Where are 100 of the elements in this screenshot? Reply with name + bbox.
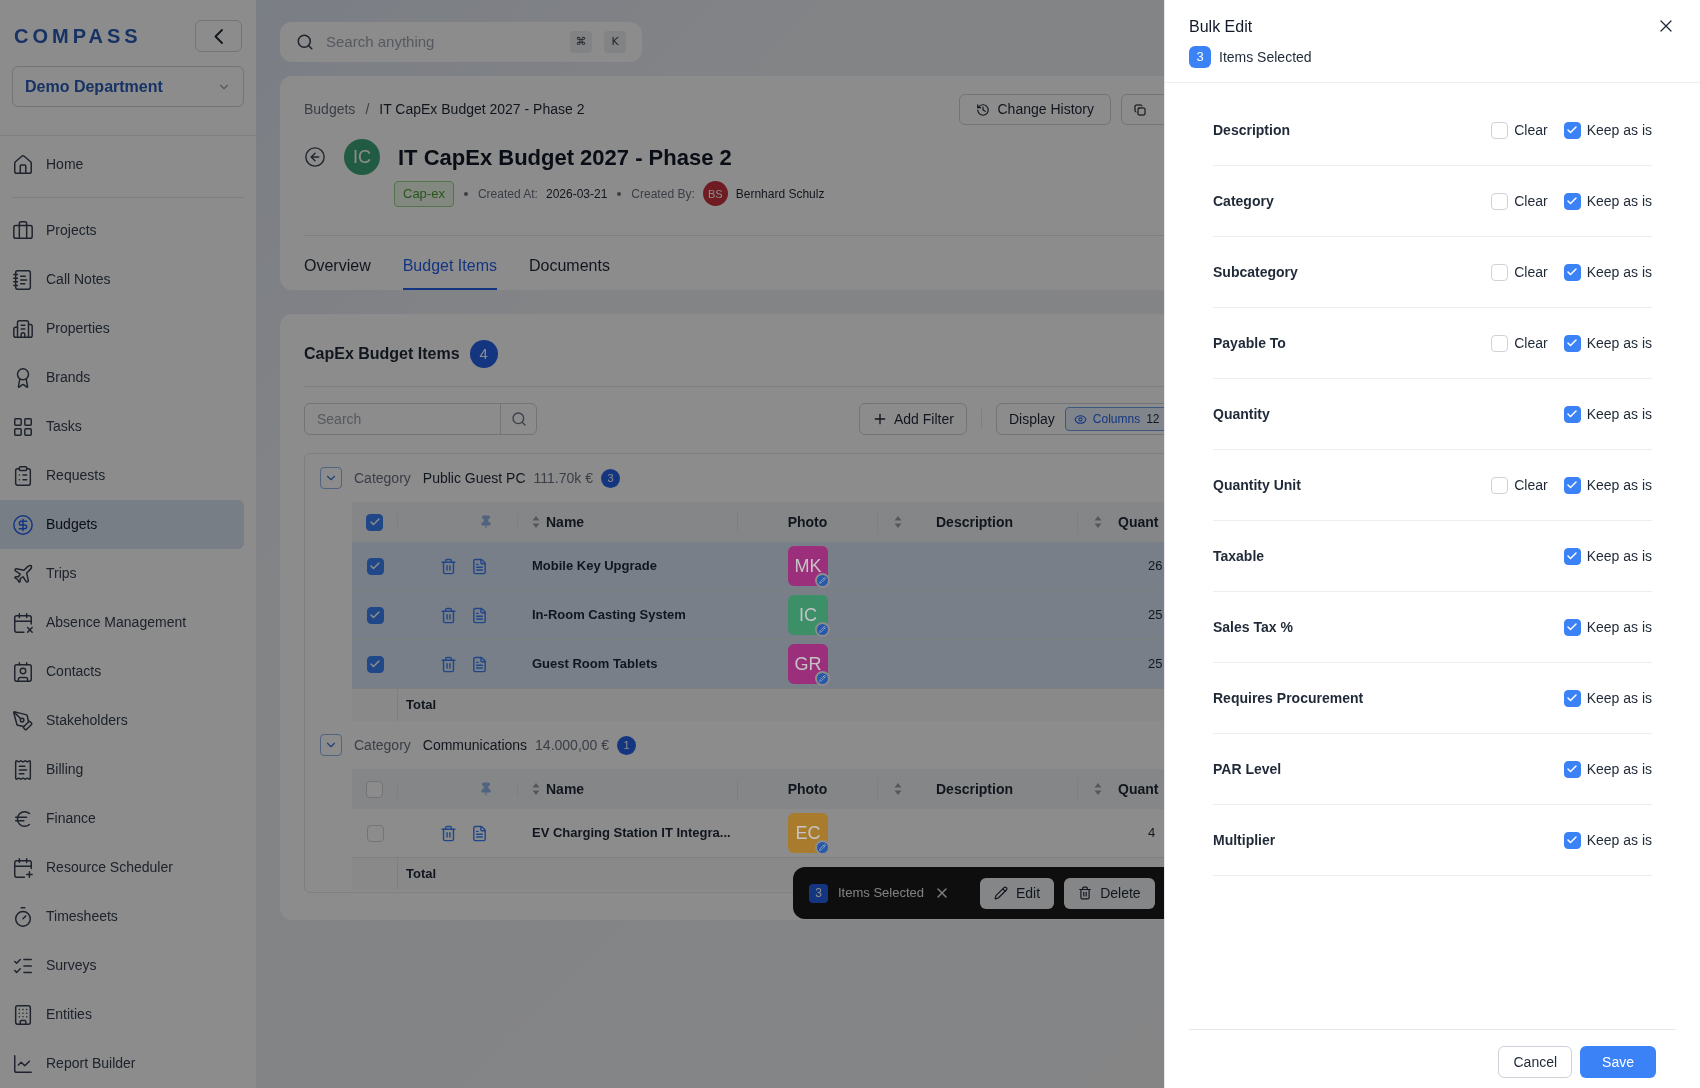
sort-icon[interactable]	[894, 782, 902, 796]
collapse-toggle[interactable]	[320, 734, 342, 756]
checkmark-icon	[369, 609, 381, 621]
nav-item[interactable]: Projects	[0, 206, 244, 255]
table-cell-text: Mobile Key Upgrade	[531, 557, 658, 576]
trash-icon[interactable]	[440, 606, 457, 624]
count-badge: 3	[600, 468, 620, 488]
nav-item[interactable]: Billing	[0, 745, 244, 794]
option-label: Keep as is	[1586, 404, 1652, 424]
column-header: Photo	[787, 512, 828, 532]
save-button[interactable]: Save	[1580, 1046, 1656, 1078]
nav-item[interactable]: Timesheets	[0, 892, 244, 941]
nav-item[interactable]: Entities	[0, 990, 244, 1039]
photo-avatar[interactable]: GR	[788, 644, 828, 684]
checkbox[interactable]	[1563, 760, 1581, 778]
checkbox[interactable]	[1563, 263, 1581, 281]
option-label: Keep as is	[1586, 546, 1652, 566]
edit-badge[interactable]	[815, 622, 830, 637]
nav-item[interactable]: Absence Management	[0, 598, 244, 647]
nav-item[interactable]: Call Notes	[0, 255, 244, 304]
pencil-icon	[819, 577, 826, 584]
document-icon[interactable]	[471, 557, 488, 575]
chart-icon	[12, 1052, 34, 1075]
tab[interactable]: Documents	[528, 253, 610, 290]
change-history-button[interactable]: Change History	[958, 94, 1111, 125]
nav-item[interactable]: Report Builder	[0, 1039, 244, 1088]
nav-item[interactable]: Finance	[0, 794, 244, 843]
checkbox[interactable]	[1563, 121, 1581, 139]
trash-icon[interactable]	[440, 824, 457, 842]
plane-icon	[12, 562, 34, 585]
sort-icon[interactable]	[1094, 782, 1102, 796]
nav-item[interactable]: Stakeholders	[0, 696, 244, 745]
sort-icon[interactable]	[1094, 515, 1102, 529]
option-label: Keep as is	[1586, 688, 1652, 708]
page-title: IT CapEx Budget 2027 - Phase 2	[398, 143, 732, 172]
checkbox[interactable]	[1563, 405, 1581, 423]
group-label: Category	[354, 468, 411, 488]
checkbox[interactable]	[1563, 192, 1581, 210]
document-icon[interactable]	[471, 606, 488, 624]
chevron-left-icon	[214, 28, 223, 44]
checkbox[interactable]	[1563, 476, 1581, 494]
tab[interactable]: Budget Items	[402, 253, 497, 290]
column-header: Description	[936, 779, 1013, 799]
trash-icon[interactable]	[440, 655, 457, 673]
checkbox[interactable]	[1563, 618, 1581, 636]
document-icon[interactable]	[471, 824, 488, 842]
group-name: Communications	[422, 735, 528, 755]
checkbox[interactable]	[366, 557, 384, 575]
search-icon[interactable]	[510, 411, 527, 427]
trash-icon[interactable]	[440, 557, 457, 575]
nav-item[interactable]: Budgets	[0, 500, 244, 549]
edit-badge[interactable]	[815, 573, 830, 588]
nav-item[interactable]: Surveys	[0, 941, 244, 990]
checkbox[interactable]	[1563, 547, 1581, 565]
sort-icon[interactable]	[532, 782, 540, 796]
breadcrumb-link[interactable]: Budgets	[304, 99, 356, 120]
tab[interactable]: Overview	[304, 253, 371, 290]
field-label: Taxable	[1213, 546, 1265, 566]
checkbox[interactable]	[1563, 831, 1581, 849]
collapse-toggle[interactable]	[320, 467, 342, 489]
collapse-sidebar-button[interactable]	[195, 20, 242, 52]
nav-item[interactable]: Contacts	[0, 647, 244, 696]
field-label: Description	[1213, 120, 1290, 140]
nav-item[interactable]: Trips	[0, 549, 244, 598]
nav-item[interactable]: Tasks	[0, 402, 244, 451]
columns-button[interactable]: Columns 12	[1064, 407, 1164, 431]
checkmark-icon	[1566, 408, 1579, 420]
option-label: Keep as is	[1586, 191, 1652, 211]
department-select[interactable]: Demo Department	[12, 66, 244, 107]
meta-value: Bernhard Schulz	[735, 185, 825, 203]
back-icon[interactable]	[304, 146, 326, 168]
pin-icon[interactable]	[479, 515, 493, 529]
nav-item[interactable]: Home	[0, 140, 244, 189]
checkbox[interactable]	[1563, 689, 1581, 707]
add-filter-button[interactable]: Add Filter	[859, 403, 967, 435]
nav-item[interactable]: Brands	[0, 353, 244, 402]
calendar-icon	[12, 856, 34, 879]
nav-item[interactable]: Properties	[0, 304, 244, 353]
cancel-button[interactable]: Cancel	[1498, 1046, 1573, 1078]
history-icon	[975, 102, 990, 117]
photo-avatar[interactable]: MK	[788, 546, 828, 586]
sort-icon[interactable]	[894, 515, 902, 529]
checkbox[interactable]	[1563, 334, 1581, 352]
edit-badge[interactable]	[815, 671, 830, 686]
checkbox[interactable]	[366, 655, 384, 673]
document-icon[interactable]	[471, 655, 488, 673]
option-label: Clear	[1514, 120, 1548, 140]
edit-badge[interactable]	[815, 840, 830, 855]
delete-button[interactable]: Delete	[1064, 877, 1155, 909]
nav-item[interactable]: Requests	[0, 451, 244, 500]
nav-item[interactable]: Resource Scheduler	[0, 843, 244, 892]
type-tag: Cap-ex	[394, 181, 454, 207]
option-label: Keep as is	[1586, 262, 1652, 282]
edit-button[interactable]: Edit	[980, 877, 1055, 909]
select-all-checkbox[interactable]	[366, 513, 383, 531]
checkbox[interactable]	[366, 606, 384, 624]
sort-icon[interactable]	[532, 515, 540, 529]
building-icon	[12, 1003, 34, 1026]
pin-icon[interactable]	[479, 782, 493, 796]
clipboard-icon	[12, 464, 34, 487]
